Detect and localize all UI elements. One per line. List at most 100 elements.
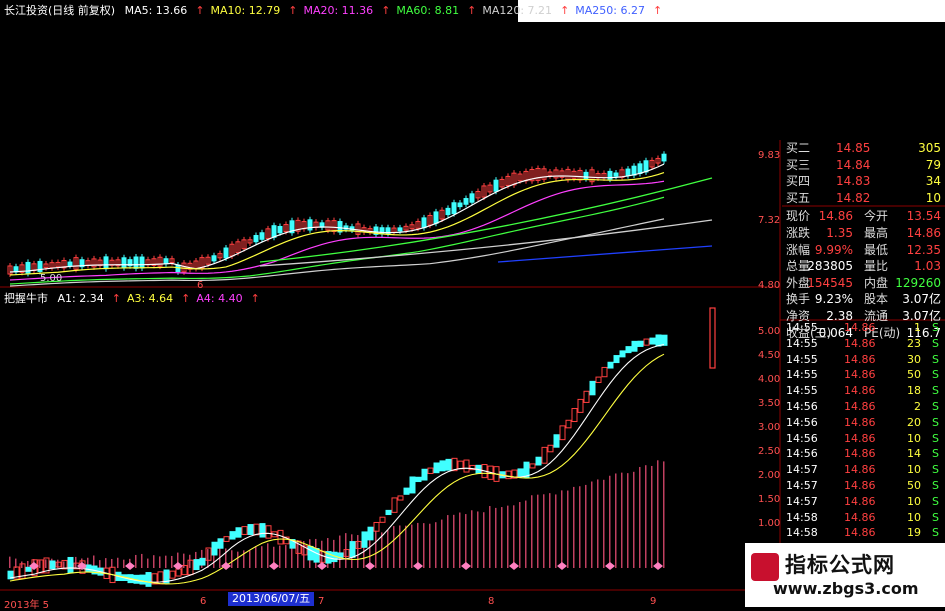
sub-bar bbox=[387, 529, 389, 568]
price-candle bbox=[163, 258, 169, 265]
sub-bar bbox=[249, 550, 251, 568]
tick-volume: 10 bbox=[907, 431, 921, 445]
sub-candle bbox=[409, 476, 416, 494]
sub-bar bbox=[111, 558, 113, 568]
stat-value: 283805 bbox=[807, 259, 853, 274]
sub-candle bbox=[307, 545, 314, 561]
sub-candle bbox=[211, 541, 218, 556]
sub-bar bbox=[165, 555, 167, 568]
price-candle bbox=[103, 256, 109, 270]
sub-candle bbox=[367, 526, 374, 541]
sub-bar bbox=[435, 522, 437, 568]
tick-volume: 14 bbox=[907, 447, 921, 461]
tick-volume: 30 bbox=[907, 352, 921, 366]
sub-candle bbox=[361, 531, 368, 548]
tick-row: 14:57 14.86 10 S bbox=[782, 494, 945, 509]
sub-bar bbox=[117, 557, 119, 568]
sub-candle bbox=[175, 568, 182, 577]
sub-indicator-value: A1: 2.34 bbox=[57, 292, 104, 305]
price-candle bbox=[259, 232, 265, 240]
sub-candle bbox=[517, 468, 524, 477]
ma120-line bbox=[9, 218, 665, 287]
sub-candle bbox=[463, 459, 470, 473]
tick-side: S bbox=[932, 368, 939, 382]
sub-bar bbox=[459, 512, 461, 568]
tick-side: S bbox=[932, 510, 939, 524]
price-axis-label: 7.32 bbox=[758, 215, 781, 226]
bid-label: 买五 bbox=[786, 190, 811, 205]
price-candle bbox=[493, 179, 499, 192]
sub-bar bbox=[561, 490, 563, 568]
sub-axis-label: 5.00 bbox=[758, 326, 781, 337]
bid-row: 买四 14.83 34 bbox=[782, 173, 945, 190]
sub-candle bbox=[577, 398, 584, 413]
sub-bar bbox=[651, 465, 653, 568]
watermark: 指标公式网 www.zbgs3.com bbox=[745, 543, 945, 607]
up-arrow-icon: ↑ bbox=[111, 292, 121, 305]
sub-bar bbox=[261, 546, 263, 568]
stat-label: 最低 bbox=[864, 242, 889, 257]
sub-candle bbox=[607, 361, 614, 369]
sub-bar bbox=[75, 556, 77, 568]
sub-indicator-values: A1: 2.34 ↑ A3: 4.64 ↑ A4: 4.40 ↑ bbox=[58, 292, 266, 305]
stat-label: 涨跌 bbox=[786, 226, 811, 240]
tick-volume: 10 bbox=[907, 494, 921, 508]
stat-row: 外盘 154545 内盘 129260 bbox=[782, 275, 945, 292]
tick-price: 14.86 bbox=[844, 494, 876, 508]
sub-bar bbox=[627, 473, 629, 568]
stat-value: 3.07亿 bbox=[902, 292, 941, 307]
price-candle bbox=[25, 261, 31, 274]
sub-candle bbox=[661, 334, 668, 346]
sub-bar bbox=[39, 560, 41, 568]
bid-price: 14.82 bbox=[836, 190, 871, 205]
price-candle bbox=[583, 171, 589, 180]
price-candle bbox=[457, 202, 463, 208]
sub-bar bbox=[465, 514, 467, 568]
tick-price: 14.86 bbox=[844, 526, 876, 540]
sub-axis-label: 3.00 bbox=[758, 422, 781, 433]
bid-volume: 10 bbox=[925, 190, 941, 205]
sub-candle bbox=[199, 557, 206, 566]
stat-row: 总量 283805 量比 1.03 bbox=[782, 258, 945, 275]
sub-bar bbox=[549, 493, 551, 568]
sub-bar bbox=[531, 495, 533, 568]
stat-value: 13.54 bbox=[906, 209, 941, 224]
price-candle bbox=[211, 255, 217, 262]
tick-volume: 19 bbox=[907, 526, 921, 540]
sub-axis-label: 1.00 bbox=[758, 518, 781, 529]
price-candle bbox=[625, 168, 631, 177]
sub-bar bbox=[231, 550, 233, 568]
sub-bar bbox=[453, 514, 455, 568]
stat-value: 9.99% bbox=[814, 242, 853, 257]
sub-candle bbox=[415, 476, 422, 483]
sub-bar bbox=[573, 486, 575, 568]
sub-bar bbox=[441, 519, 443, 568]
sub-bar bbox=[519, 502, 521, 568]
sub-bar bbox=[507, 505, 509, 568]
sub-candle bbox=[25, 566, 32, 572]
tick-row: 14:57 14.86 10 S bbox=[782, 464, 945, 477]
stat-label: 股本 bbox=[864, 292, 889, 307]
stat-value: 154545 bbox=[807, 275, 853, 290]
price-candle bbox=[433, 211, 439, 224]
price-candle bbox=[613, 172, 619, 177]
sub-candle bbox=[67, 556, 74, 574]
stat-label: 最高 bbox=[864, 226, 889, 240]
sub-indicator-value: A3: 4.64 bbox=[126, 292, 174, 305]
tick-side: S bbox=[932, 321, 939, 334]
sub-axis-label: 2.00 bbox=[758, 470, 781, 481]
stat-value: 1.03 bbox=[914, 259, 941, 274]
signal-marker bbox=[509, 562, 519, 570]
price-candle bbox=[445, 207, 451, 216]
sub-bar bbox=[537, 494, 539, 568]
tick-time: 14:56 bbox=[786, 415, 818, 429]
sub-bar bbox=[153, 555, 155, 568]
sub-candle bbox=[583, 390, 590, 403]
sub-bar bbox=[555, 494, 557, 568]
tick-row: 14:56 14.86 14 S bbox=[782, 448, 945, 461]
stat-label: 涨幅 bbox=[786, 242, 811, 257]
x-axis-mark: 7 bbox=[318, 596, 325, 607]
bid-volume: 79 bbox=[925, 157, 941, 172]
tick-volume: 10 bbox=[907, 463, 921, 477]
tick-row: 14:55 14.86 18 S bbox=[782, 385, 945, 398]
